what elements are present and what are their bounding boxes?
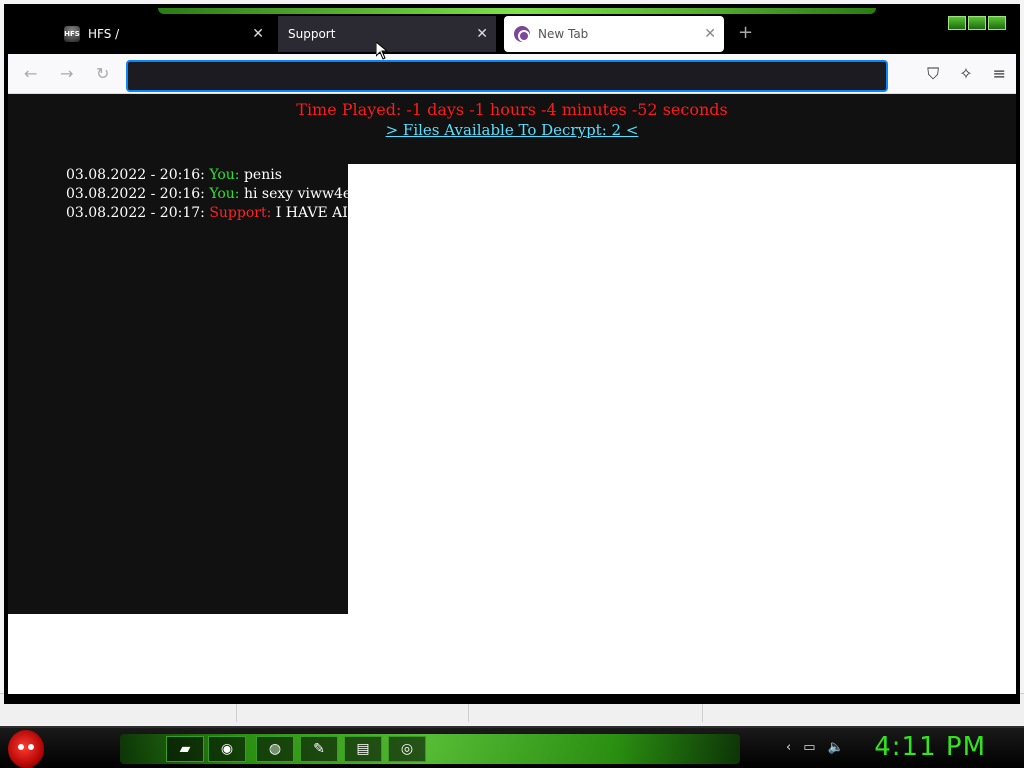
url-input[interactable] [128,62,886,90]
page-header: Time Played: -1 days -1 hours -4 minutes… [8,94,1016,164]
tray-chevron-icon[interactable]: ‹ [786,740,791,755]
chat-text: penis [243,167,282,183]
tor-icon [514,26,530,42]
tab-label: New Tab [538,27,589,41]
chat-text: hi sexy viww4ers [243,186,366,202]
navigation-toolbar: ← → ↻ ⛉ ✧ ≡ [8,54,1016,94]
chat-timestamp: 03.08.2022 - 20:16: [66,167,205,183]
back-arrow-icon[interactable]: ← [24,64,37,83]
chat-sender: You: [209,167,240,183]
monitor-icon[interactable]: ▭ [803,740,815,755]
time-played-text: Time Played: -1 days -1 hours -4 minutes… [296,100,728,119]
magic-wand-icon[interactable]: ✧ [959,64,972,84]
browser-window: HFS HFS / ✕ Support ✕ New Tab ✕ + ← → ↻ … [4,4,1020,704]
close-tab-icon[interactable]: ✕ [252,26,264,42]
page-content: Time Played: -1 days -1 hours -4 minutes… [8,94,1016,694]
close-tab-icon[interactable]: ✕ [704,26,716,42]
hamburger-menu-icon[interactable]: ≡ [993,64,1006,84]
folder-icon[interactable]: ▰ [166,736,204,762]
chat-message: 03.08.2022 - 20:16: You: hi sexy viww4er… [8,185,365,204]
maximize-button[interactable] [968,16,986,30]
close-window-button[interactable] [988,16,1006,30]
chat-sender: You: [209,186,240,202]
chat-timestamp: 03.08.2022 - 20:17: [66,205,205,221]
chat-log: 03.08.2022 - 20:16: You: penis 03.08.202… [8,164,369,614]
clock[interactable]: 4:11 PM [874,732,986,762]
address-bar[interactable] [126,60,888,92]
chat-timestamp: 03.08.2022 - 20:16: [66,186,205,202]
chrome-icon[interactable]: ◉ [208,736,246,762]
volume-icon[interactable]: 🔈 [828,740,844,755]
theme-accent-bar [158,8,876,14]
forward-arrow-icon[interactable]: → [60,64,73,83]
chat-text: I HAVE AIDS [275,205,369,221]
tab-strip: HFS HFS / ✕ Support ✕ New Tab ✕ + [8,8,1016,54]
shield-icon[interactable]: ⛉ [927,64,939,84]
notepad-icon[interactable]: ▤ [344,736,382,762]
taskbar: ▰ ◉ ◍ ✎ ▤ ◎ ‹ ▭ 🔈 4:11 PM [0,726,1024,768]
tor-icon[interactable]: ◎ [388,736,426,762]
tab-label: HFS / [88,27,120,41]
tab-new-tab[interactable]: New Tab ✕ [504,16,724,52]
start-button[interactable] [8,730,44,768]
window-controls [948,16,1006,30]
tab-hfs[interactable]: HFS HFS / ✕ [54,16,272,52]
chat-message: 03.08.2022 - 20:17: Support: I HAVE AIDS [8,204,369,223]
new-tab-button[interactable]: + [738,22,753,43]
chat-sender: Support: [209,205,272,221]
files-to-decrypt-link[interactable]: > Files Available To Decrypt: 2 < [386,121,639,139]
firefox-icon[interactable]: ◍ [256,736,294,762]
hfs-icon: HFS [64,26,80,42]
chat-message: 03.08.2022 - 20:16: You: penis [8,166,348,185]
minimize-button[interactable] [948,16,966,30]
tab-label: Support [288,27,336,41]
reload-icon[interactable]: ↻ [96,64,109,83]
mouse-cursor-icon [376,42,388,60]
close-tab-icon[interactable]: ✕ [476,26,488,42]
tool-icon[interactable]: ✎ [300,736,338,762]
system-tray: ‹ ▭ 🔈 [786,740,844,755]
